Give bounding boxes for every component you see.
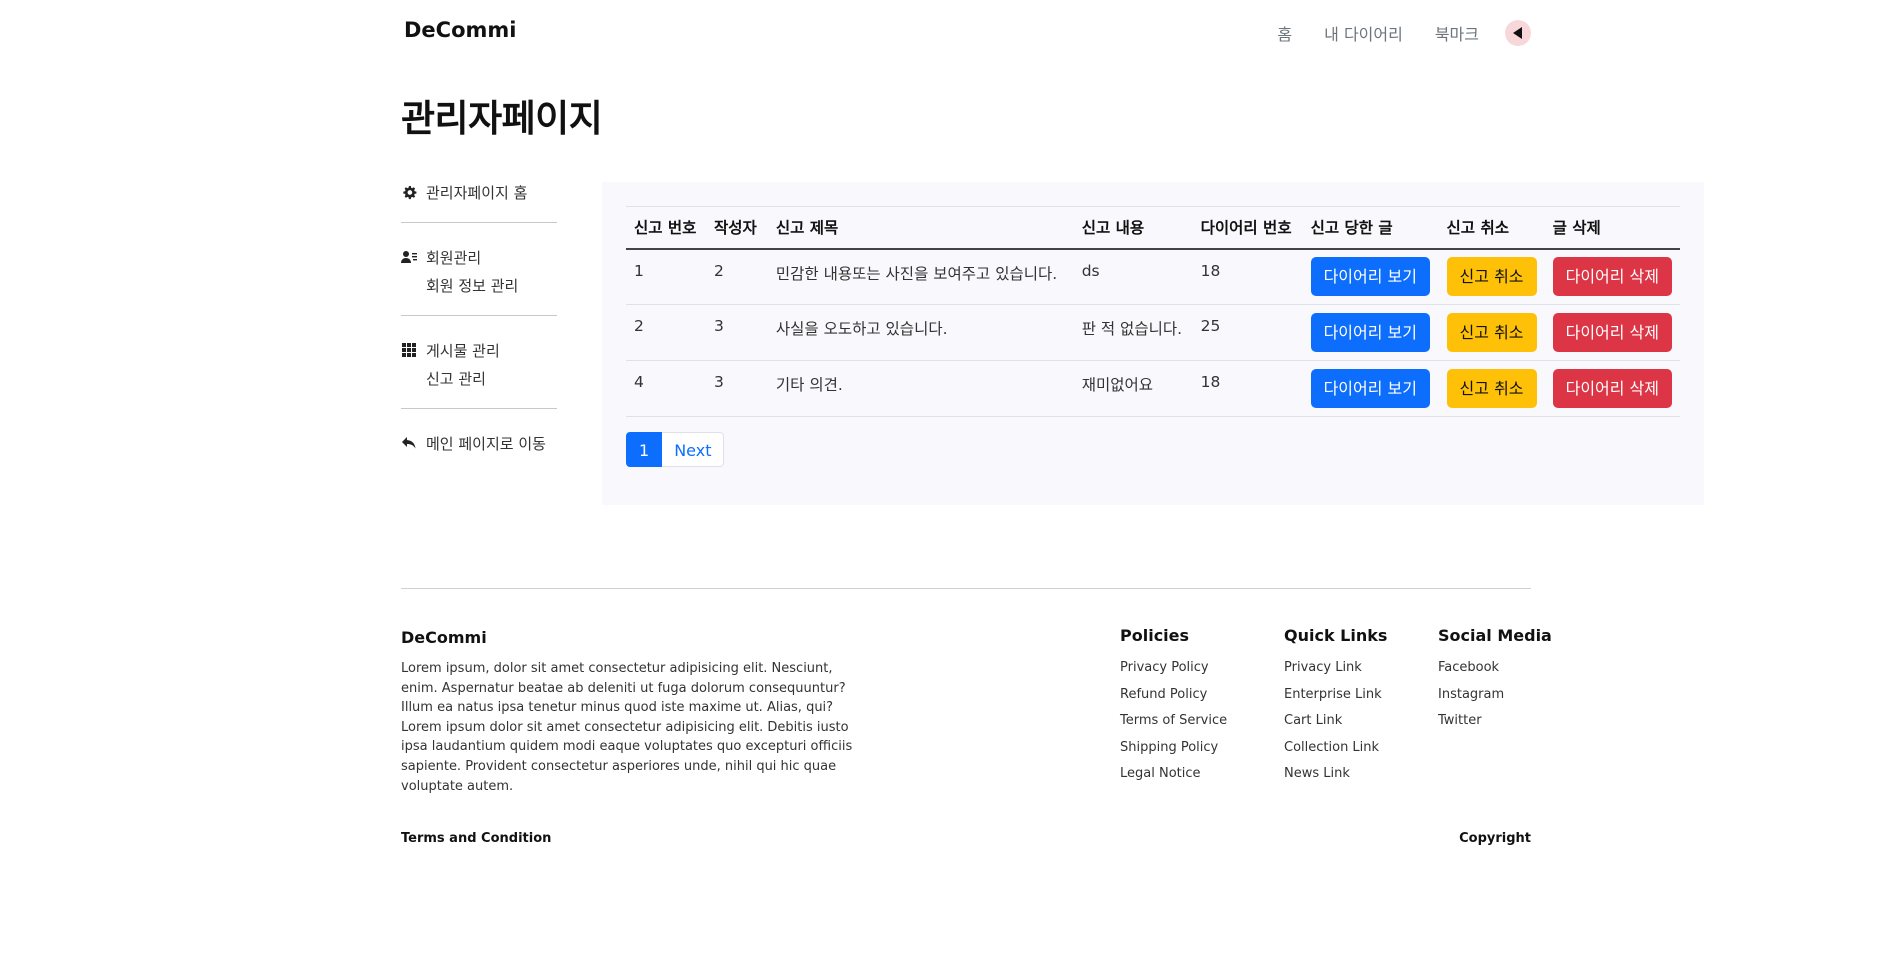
report-table: 신고 번호 작성자 신고 제목 신고 내용 다이어리 번호 신고 당한 글 신고… (626, 206, 1680, 417)
footer-brand: DeCommi (401, 628, 487, 647)
copyright-text: Copyright (1459, 831, 1531, 846)
grid-icon (401, 342, 417, 358)
caret-left-icon (1512, 27, 1522, 39)
footer-link[interactable]: Privacy Link (1284, 655, 1387, 682)
sidebar-item-member-management[interactable]: 회원관리 (401, 243, 557, 271)
table-row: 2 3 사실을 오도하고 있습니다. 판 적 없습니다. 25 다이어리 보기 … (626, 304, 1680, 361)
nav-link-home[interactable]: 홈 (1277, 21, 1292, 45)
column-header: 다이어리 번호 (1192, 206, 1303, 250)
page-next-button[interactable]: Next (662, 432, 725, 467)
cell-report-id: 4 (626, 360, 706, 417)
footer-policies: Policies Privacy Policy Refund Policy Te… (1120, 626, 1227, 788)
cancel-report-button[interactable]: 신고 취소 (1446, 313, 1537, 352)
sidebar-group-home: 관리자페이지 홈 (401, 178, 557, 223)
column-header: 글 삭제 (1544, 206, 1680, 250)
nav-toggle-button[interactable] (1505, 20, 1531, 46)
footer-divider (401, 588, 1531, 589)
table-row: 4 3 기타 의견. 재미없어요 18 다이어리 보기 신고 취소 다이어리 삭… (626, 360, 1680, 417)
sidebar-item-report-management[interactable]: 신고 관리 (401, 364, 557, 392)
sidebar-item-post-management[interactable]: 게시물 관리 (401, 336, 557, 364)
page-button-current[interactable]: 1 (626, 432, 663, 467)
column-header: 신고 번호 (626, 206, 706, 250)
view-diary-button[interactable]: 다이어리 보기 (1310, 369, 1430, 408)
cancel-report-button[interactable]: 신고 취소 (1446, 369, 1537, 408)
gear-icon (401, 184, 417, 200)
terms-link[interactable]: Terms and Condition (401, 831, 551, 846)
column-header: 신고 당한 글 (1302, 206, 1439, 250)
footer-quick-links: Quick Links Privacy Link Enterprise Link… (1284, 626, 1387, 788)
footer-link[interactable]: Collection Link (1284, 735, 1387, 762)
cell-title: 기타 의견. (767, 360, 1074, 417)
page-title: 관리자페이지 (401, 97, 603, 140)
reply-arrow-icon (401, 435, 417, 451)
footer-link[interactable]: Enterprise Link (1284, 682, 1387, 709)
column-header: 신고 취소 (1438, 206, 1545, 250)
table-row: 1 2 민감한 내용또는 사진을 보여주고 있습니다. ds 18 다이어리 보… (626, 248, 1680, 305)
column-header: 신고 제목 (767, 206, 1074, 250)
nav-link-bookmark[interactable]: 북마크 (1435, 21, 1479, 45)
sidebar-item-label: 게시물 관리 (426, 341, 500, 360)
sidebar-item-label: 관리자페이지 홈 (426, 183, 528, 202)
footer-column-title: Social Media (1438, 626, 1552, 645)
cell-author: 3 (705, 304, 768, 361)
view-diary-button[interactable]: 다이어리 보기 (1310, 257, 1430, 297)
cancel-report-button[interactable]: 신고 취소 (1446, 257, 1537, 297)
footer-link[interactable]: Legal Notice (1120, 761, 1227, 788)
cell-diary-id: 18 (1192, 248, 1303, 305)
brand-logo[interactable]: DeCommi (404, 18, 516, 42)
cell-report-id: 1 (626, 248, 706, 305)
footer-link[interactable]: Cart Link (1284, 708, 1387, 735)
footer-description: Lorem ipsum, dolor sit amet consectetur … (401, 661, 853, 794)
sidebar-item-label: 회원관리 (426, 248, 482, 267)
footer-link[interactable]: Privacy Policy (1120, 655, 1227, 682)
nav-link-my-diary[interactable]: 내 다이어리 (1324, 21, 1403, 45)
footer-link[interactable]: Shipping Policy (1120, 735, 1227, 762)
cell-content: 재미없어요 (1073, 360, 1193, 417)
delete-diary-button[interactable]: 다이어리 삭제 (1552, 313, 1672, 352)
footer-link[interactable]: Terms of Service (1120, 708, 1227, 735)
cell-author: 2 (705, 248, 768, 305)
delete-diary-button[interactable]: 다이어리 삭제 (1552, 257, 1672, 297)
footer-link-instagram[interactable]: Instagram (1438, 682, 1552, 709)
cell-diary-id: 18 (1192, 360, 1303, 417)
cell-title: 사실을 오도하고 있습니다. (767, 304, 1074, 361)
footer-column-title: Policies (1120, 626, 1190, 645)
sidebar-group-members: 회원관리 회원 정보 관리 (401, 243, 557, 316)
footer-column-title: Quick Links (1284, 626, 1388, 645)
cell-diary-id: 25 (1192, 304, 1303, 361)
column-header: 신고 내용 (1073, 206, 1193, 250)
cell-author: 3 (705, 360, 768, 417)
footer-link[interactable]: Refund Policy (1120, 682, 1227, 709)
person-lines-icon (401, 249, 417, 265)
report-panel: 신고 번호 작성자 신고 제목 신고 내용 다이어리 번호 신고 당한 글 신고… (602, 182, 1704, 505)
footer-social-media: Social Media Facebook Instagram Twitter (1438, 626, 1552, 735)
footer-link-facebook[interactable]: Facebook (1438, 655, 1552, 682)
sidebar: 관리자페이지 홈 회원관리 회원 정보 관리 게시물 관리 신고 관리 메인 페… (401, 178, 557, 493)
sidebar-item-label: 메인 페이지로 이동 (426, 434, 546, 453)
cell-title: 민감한 내용또는 사진을 보여주고 있습니다. (767, 248, 1074, 305)
table-header-row: 신고 번호 작성자 신고 제목 신고 내용 다이어리 번호 신고 당한 글 신고… (626, 206, 1680, 250)
column-header: 작성자 (705, 206, 768, 250)
sidebar-item-back-to-main[interactable]: 메인 페이지로 이동 (401, 429, 557, 457)
navbar: DeCommi 홈 내 다이어리 북마크 (401, 0, 1531, 66)
nav-links: 홈 내 다이어리 북마크 (1245, 20, 1531, 46)
pagination: 1 Next (626, 432, 725, 467)
sidebar-item-admin-home[interactable]: 관리자페이지 홈 (401, 178, 557, 206)
footer-link-twitter[interactable]: Twitter (1438, 708, 1552, 735)
sidebar-item-member-info[interactable]: 회원 정보 관리 (401, 271, 557, 299)
footer-link[interactable]: News Link (1284, 761, 1387, 788)
cell-report-id: 2 (626, 304, 706, 361)
sidebar-group-back: 메인 페이지로 이동 (401, 429, 557, 473)
cell-content: ds (1073, 248, 1193, 305)
view-diary-button[interactable]: 다이어리 보기 (1310, 313, 1430, 352)
delete-diary-button[interactable]: 다이어리 삭제 (1552, 369, 1672, 408)
sidebar-group-posts: 게시물 관리 신고 관리 (401, 336, 557, 409)
cell-content: 판 적 없습니다. (1073, 304, 1193, 361)
